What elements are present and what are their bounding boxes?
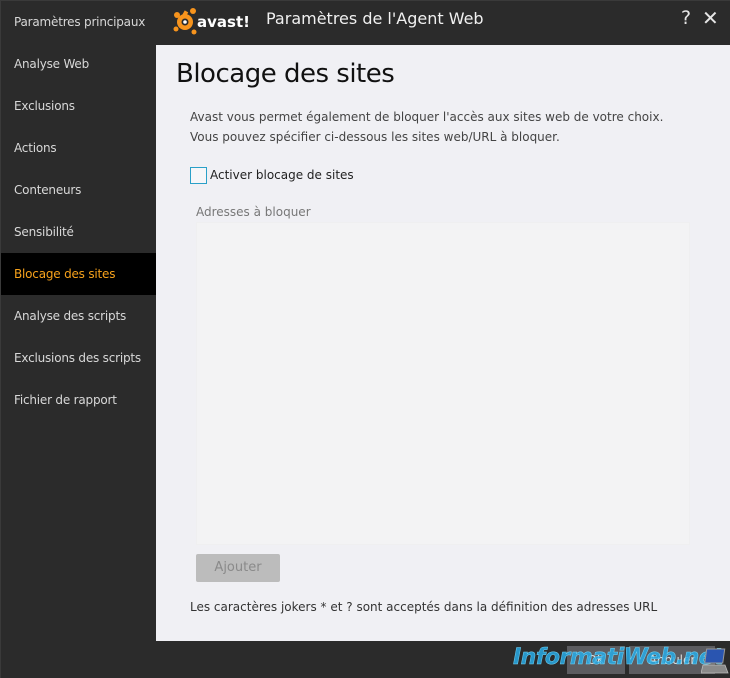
checkbox-box[interactable] bbox=[190, 166, 207, 184]
close-icon[interactable]: ✕ bbox=[702, 7, 719, 29]
add-button[interactable]: Ajouter bbox=[196, 554, 280, 582]
content-panel: Blocage des sites Avast vous permet égal… bbox=[156, 45, 730, 641]
addresses-label: Adresses à bloquer bbox=[196, 205, 311, 219]
sidebar-item-report-file[interactable]: Fichier de rapport bbox=[1, 379, 156, 421]
footer-bar: OK Annuler bbox=[156, 641, 730, 678]
wildcard-note: Les caractères jokers * et ? sont accept… bbox=[190, 600, 658, 614]
sidebar-item-sensitivity[interactable]: Sensibilité bbox=[1, 211, 156, 253]
settings-window: Paramètres principaux Analyse Web Exclus… bbox=[0, 0, 730, 678]
sidebar-item-actions[interactable]: Actions bbox=[1, 127, 156, 169]
enable-site-blocking-checkbox[interactable]: Activer blocage de sites bbox=[190, 166, 354, 184]
blocked-addresses-list[interactable] bbox=[196, 222, 690, 545]
page-description: Avast vous permet également de bloquer l… bbox=[190, 110, 664, 144]
help-icon[interactable]: ? bbox=[681, 7, 691, 29]
svg-text:avast!: avast! bbox=[197, 13, 250, 31]
cancel-button[interactable]: Annuler bbox=[629, 646, 715, 674]
sidebar-item-exclusions[interactable]: Exclusions bbox=[1, 85, 156, 127]
checkbox-label: Activer blocage de sites bbox=[210, 168, 354, 182]
sidebar-item-containers[interactable]: Conteneurs bbox=[1, 169, 156, 211]
sidebar-item-web-scan[interactable]: Analyse Web bbox=[1, 43, 156, 85]
sidebar-item-script-exclusions[interactable]: Exclusions des scripts bbox=[1, 337, 156, 379]
page-title: Blocage des sites bbox=[176, 59, 395, 89]
title-bar: avast! Paramètres de l'Agent Web ? ✕ bbox=[156, 1, 730, 45]
sidebar-item-site-blocking[interactable]: Blocage des sites bbox=[1, 253, 156, 295]
ok-button[interactable]: OK bbox=[567, 646, 625, 674]
sidebar-nav: Paramètres principaux Analyse Web Exclus… bbox=[1, 1, 156, 678]
sidebar-item-script-scan[interactable]: Analyse des scripts bbox=[1, 295, 156, 337]
window-title: Paramètres de l'Agent Web bbox=[266, 9, 484, 28]
sidebar-item-main-settings[interactable]: Paramètres principaux bbox=[1, 1, 156, 43]
avast-logo-icon: avast! bbox=[173, 8, 250, 35]
